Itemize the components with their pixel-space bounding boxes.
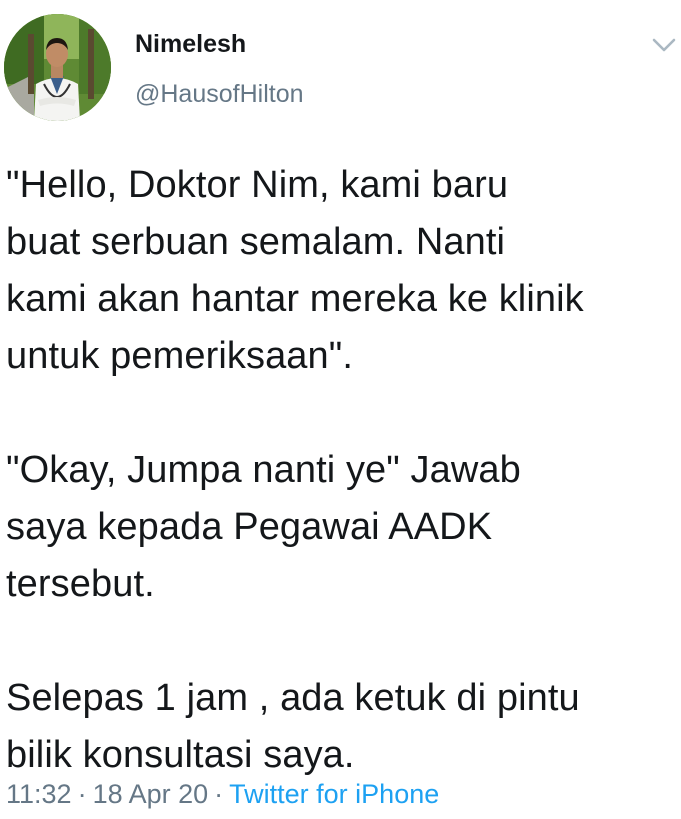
- meta-separator: ·: [77, 779, 87, 809]
- tweet-paragraph: "Hello, Doktor Nim, kami baru buat serbu…: [6, 164, 584, 377]
- meta-separator: ·: [214, 779, 224, 809]
- tweet-meta: 11:32 · 18 Apr 20 · Twitter for iPhone: [6, 778, 439, 810]
- tweet-date[interactable]: 18 Apr 20: [93, 779, 209, 809]
- tweet-source-link[interactable]: Twitter for iPhone: [229, 779, 439, 809]
- tweet-card: Nimelesh @HausofHilton "Hello, Doktor Ni…: [0, 0, 681, 819]
- author-handle[interactable]: @HausofHilton: [135, 80, 304, 109]
- chevron-down-icon[interactable]: [651, 36, 677, 54]
- avatar[interactable]: [4, 14, 111, 121]
- tweet-time[interactable]: 11:32: [6, 779, 72, 809]
- tweet-paragraph: Selepas 1 jam , ada ketuk di pintu bilik…: [6, 677, 580, 776]
- tweet-paragraph: "Okay, Jumpa nanti ye" Jawab saya kepada…: [6, 449, 521, 605]
- doctor-portrait-icon: [4, 14, 111, 121]
- author-display-name[interactable]: Nimelesh: [135, 30, 246, 59]
- tweet-text: "Hello, Doktor Nim, kami baru buat serbu…: [6, 157, 674, 784]
